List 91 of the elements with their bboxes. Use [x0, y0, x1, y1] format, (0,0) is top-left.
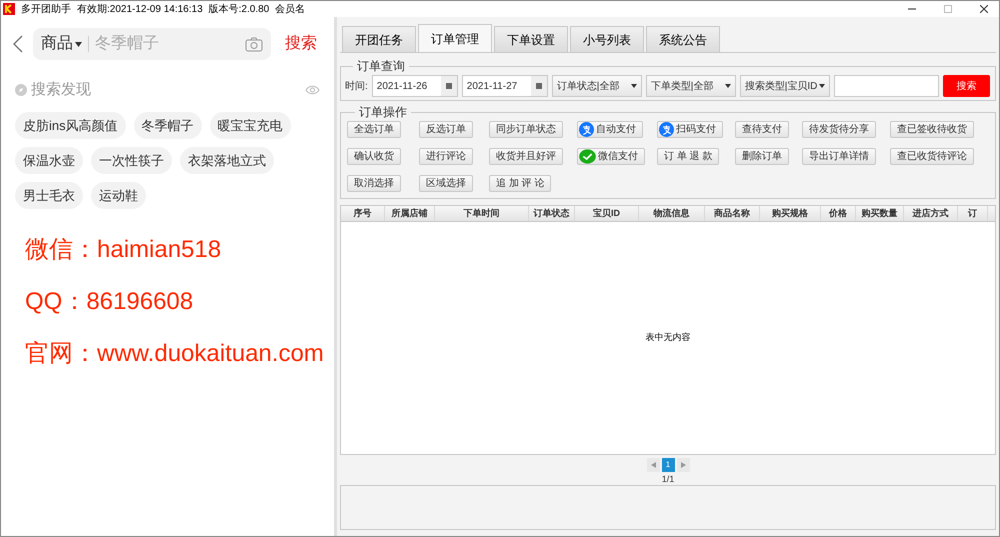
column-header[interactable]: 订单状态: [529, 206, 575, 221]
operations-legend: 订单操作: [355, 103, 411, 121]
action-button[interactable]: 删除订单: [735, 148, 789, 165]
maximize-icon: [944, 5, 952, 13]
tag-chip[interactable]: 皮肪ins风高颜值: [15, 112, 126, 139]
previous-page-button[interactable]: [646, 458, 660, 472]
action-button[interactable]: 同步订单状态: [489, 121, 563, 138]
date-value: 2021-11-27: [466, 80, 518, 94]
filter-dropdown[interactable]: 搜索类型|宝贝ID: [740, 75, 830, 97]
next-page-button[interactable]: [676, 458, 690, 472]
search-input[interactable]: 冬季帽子: [95, 32, 245, 56]
dropdown-caret-icon: [818, 84, 825, 88]
calendar-icon: [536, 83, 542, 89]
date-field[interactable]: 2021-11-26: [372, 75, 458, 97]
tab[interactable]: 下单设置: [494, 26, 568, 52]
column-header[interactable]: 宝贝ID: [575, 206, 639, 221]
calendar-icon: [446, 83, 452, 89]
column-header[interactable]: 商品名称: [705, 206, 760, 221]
action-button[interactable]: 自动支付: [577, 121, 643, 138]
compass-icon: [15, 84, 27, 96]
column-header[interactable]: 进店方式: [904, 206, 958, 221]
column-header[interactable]: 所属店铺: [385, 206, 435, 221]
promo-text: 微信：haimian518: [25, 235, 222, 265]
check-icon: [579, 149, 596, 164]
action-button[interactable]: 查已签收待收货: [890, 121, 974, 138]
filter-dropdown[interactable]: 下单类型|全部: [646, 75, 736, 97]
column-header[interactable]: 价格: [821, 206, 856, 221]
tag-chip[interactable]: 保温水壶: [15, 147, 83, 174]
column-header[interactable]: 购买数量: [856, 206, 904, 221]
right-arrow-icon: [680, 462, 686, 468]
action-button[interactable]: 进行评论: [419, 148, 473, 165]
action-button[interactable]: 反选订单: [419, 121, 473, 138]
tag-chip[interactable]: 一次性筷子: [91, 147, 172, 174]
alipay-icon: [579, 122, 594, 137]
action-button[interactable]: 收货并且好评: [489, 148, 563, 165]
column-header[interactable]: 物流信息: [639, 206, 705, 221]
eye-icon[interactable]: [305, 85, 320, 95]
tab[interactable]: 开团任务: [342, 26, 416, 52]
action-button[interactable]: 扫码支付: [657, 121, 723, 138]
column-header[interactable]: 订: [958, 206, 988, 221]
alipay-icon: [659, 122, 674, 137]
action-button[interactable]: 取消选择: [347, 175, 401, 192]
app-title: 多开团助手: [21, 2, 71, 16]
tab[interactable]: 小号列表: [570, 26, 644, 52]
tag-chip[interactable]: 暖宝宝充电: [210, 112, 291, 139]
promo-text: QQ：86196608: [25, 287, 194, 317]
dropdown-caret-icon: [75, 42, 82, 46]
back-icon[interactable]: [13, 35, 23, 53]
tag-chip[interactable]: 男士毛衣: [15, 182, 83, 209]
tag-chip[interactable]: 冬季帽子: [134, 112, 202, 139]
version-text: 版本号:2.0.80: [208, 2, 270, 16]
category-dropdown[interactable]: 商品: [41, 32, 82, 56]
keyword-input[interactable]: [834, 75, 939, 97]
app-logo-icon: [3, 3, 15, 15]
camera-icon[interactable]: [245, 36, 263, 52]
time-label: 时间:: [345, 80, 368, 94]
discover-title: 搜索发现: [31, 80, 91, 100]
dropdown-caret-icon: [724, 84, 731, 88]
action-button[interactable]: 查待支付: [735, 121, 789, 138]
promo-text: 官网：www.duokaituan.com: [25, 339, 324, 369]
action-button[interactable]: 确认收货: [347, 148, 401, 165]
action-button[interactable]: 待发货待分享: [802, 121, 876, 138]
empty-table-text: 表中无内容: [646, 331, 690, 344]
action-button[interactable]: 微信支付: [577, 148, 645, 165]
tab[interactable]: 系统公告: [646, 26, 720, 52]
column-header[interactable]: 下单时间: [435, 206, 529, 221]
tag-chip[interactable]: 衣架落地立式: [180, 147, 274, 174]
page-summary: 1/1: [662, 474, 674, 485]
left-arrow-icon: [650, 462, 656, 468]
date-value: 2021-11-26: [376, 80, 428, 94]
action-button[interactable]: 追 加 评 论: [489, 175, 552, 192]
query-legend: 订单查询: [353, 57, 409, 75]
action-button[interactable]: 查已收货待评论: [890, 148, 974, 165]
page-button[interactable]: 1: [662, 458, 674, 472]
column-header[interactable]: 序号: [341, 206, 385, 221]
search-button[interactable]: 搜索: [285, 32, 317, 56]
action-button[interactable]: 区域选择: [419, 175, 473, 192]
tab[interactable]: 订单管理: [418, 24, 492, 52]
search-field[interactable]: 商品 冬季帽子: [33, 28, 271, 60]
dropdown-caret-icon: [630, 84, 637, 88]
close-icon: [980, 5, 988, 13]
column-header[interactable]: 购买规格: [760, 206, 821, 221]
action-button[interactable]: 导出订单详情: [802, 148, 876, 165]
date-field[interactable]: 2021-11-27: [462, 75, 548, 97]
tag-chip[interactable]: 运动鞋: [91, 182, 146, 209]
validity-text: 有效期:2021-12-09 14:16:13: [77, 2, 203, 16]
filter-dropdown[interactable]: 订单状态|全部: [552, 75, 642, 97]
action-button[interactable]: 全选订单: [347, 121, 401, 138]
member-label: 会员名: [275, 2, 306, 16]
query-search-button[interactable]: 搜索: [942, 75, 990, 97]
action-button[interactable]: 订 单 退 款: [657, 148, 720, 165]
